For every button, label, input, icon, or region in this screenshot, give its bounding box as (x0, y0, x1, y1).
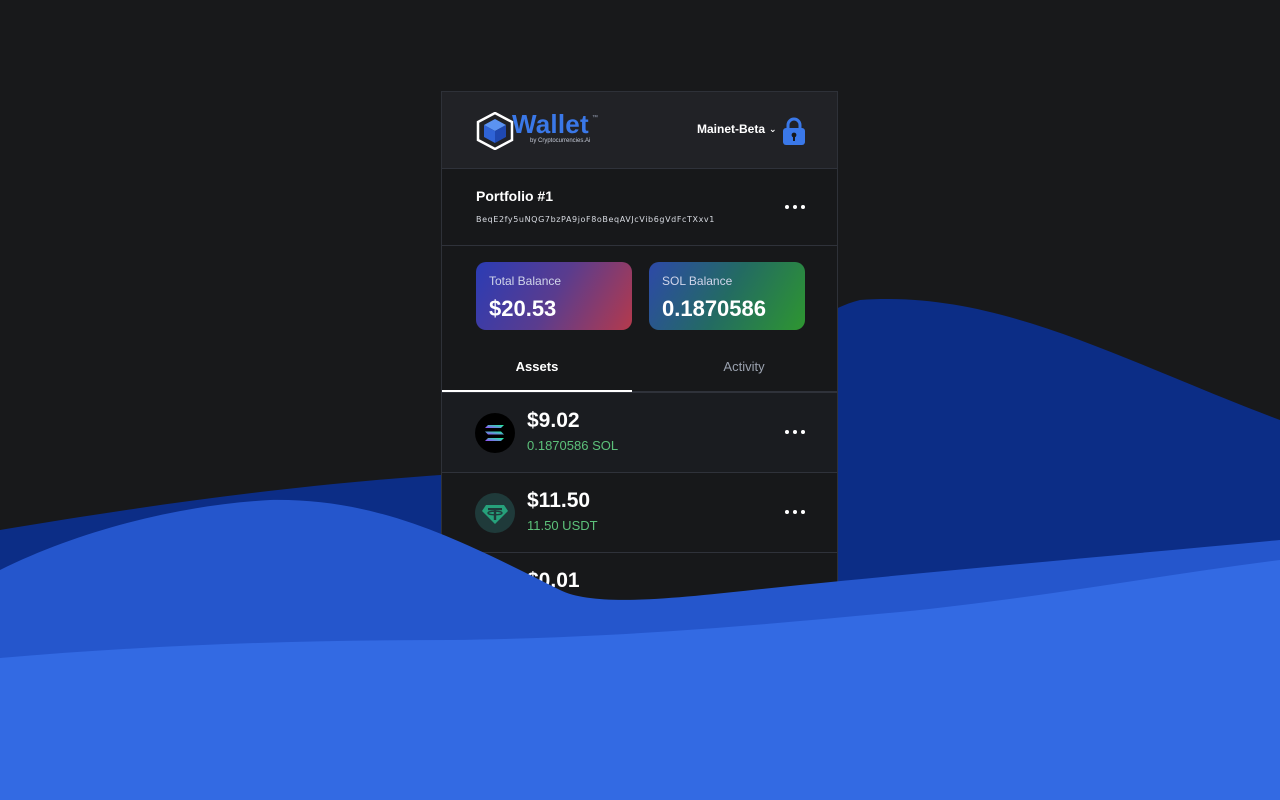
asset-usd-value: $0.01 (527, 569, 580, 592)
tab-bar: Assets Activity (442, 343, 837, 392)
network-label: Mainet-Beta (697, 122, 766, 136)
hexagon-cube-icon (476, 112, 514, 150)
total-balance-value: $20.53 (489, 296, 557, 321)
asset-amount: 0.01 USDC (527, 598, 593, 613)
more-dot (801, 205, 805, 209)
asset-more-button[interactable] (785, 430, 805, 434)
network-selector[interactable]: Mainet-Beta ⌄ (697, 122, 777, 136)
more-dot (785, 510, 789, 514)
more-dot (801, 430, 805, 434)
asset-more-button[interactable] (785, 510, 805, 514)
tab-assets[interactable]: Assets (442, 343, 632, 390)
solana-icon (475, 413, 515, 453)
asset-row-sol[interactable]: $9.02 0.1870586 SOL (442, 392, 837, 473)
portfolio-more-button[interactable] (785, 205, 805, 209)
wallet-address: BeqE2fy5uNQG7bzPA9joF8oBeqAVJcVib6gVdFcT… (476, 215, 715, 224)
sol-balance-label: SOL Balance (662, 274, 733, 288)
tab-activity[interactable]: Activity (649, 343, 837, 390)
stage: Wallet ™ by Cryptocurrencies.Ai Mainet-B… (0, 0, 1280, 800)
more-dot (793, 510, 797, 514)
tether-icon (475, 493, 515, 533)
trademark-symbol: ™ (592, 115, 598, 121)
lock-icon[interactable] (782, 116, 806, 146)
portfolio-section: Portfolio #1 BeqE2fy5uNQG7bzPA9joF8oBeqA… (442, 169, 837, 246)
more-dot (785, 590, 789, 594)
sol-balance-value: 0.1870586 (662, 296, 766, 321)
asset-amount: 0.1870586 SOL (527, 438, 619, 453)
asset-more-button[interactable] (785, 590, 805, 594)
asset-row-usdc[interactable]: $0.01 0.01 USDC (442, 553, 837, 633)
asset-usd-value: $9.02 (527, 409, 580, 432)
portfolio-name: Portfolio #1 (476, 188, 554, 204)
balance-cards: Total Balance $20.53 SOL Balance 0.18705… (442, 246, 837, 343)
more-dot (785, 430, 789, 434)
wallet-panel: Wallet ™ by Cryptocurrencies.Ai Mainet-B… (441, 91, 838, 651)
sol-balance-card: SOL Balance 0.1870586 (649, 262, 805, 330)
more-dot (793, 205, 797, 209)
total-balance-card: Total Balance $20.53 (476, 262, 632, 330)
asset-usd-value: $11.50 (527, 489, 591, 512)
more-dot (801, 510, 805, 514)
brand-name: Wallet (512, 109, 589, 139)
chevron-down-icon: ⌄ (769, 123, 777, 134)
asset-row-usdt[interactable]: $11.50 11.50 USDT (442, 473, 837, 553)
wallet-header: Wallet ™ by Cryptocurrencies.Ai Mainet-B… (442, 92, 837, 169)
total-balance-label: Total Balance (489, 274, 562, 288)
usdc-icon (475, 573, 515, 613)
asset-amount: 11.50 USDT (527, 518, 598, 533)
more-dot (801, 590, 805, 594)
more-dot (785, 205, 789, 209)
more-dot (793, 430, 797, 434)
brand-byline: by Cryptocurrencies.Ai (530, 138, 591, 144)
more-dot (793, 590, 797, 594)
